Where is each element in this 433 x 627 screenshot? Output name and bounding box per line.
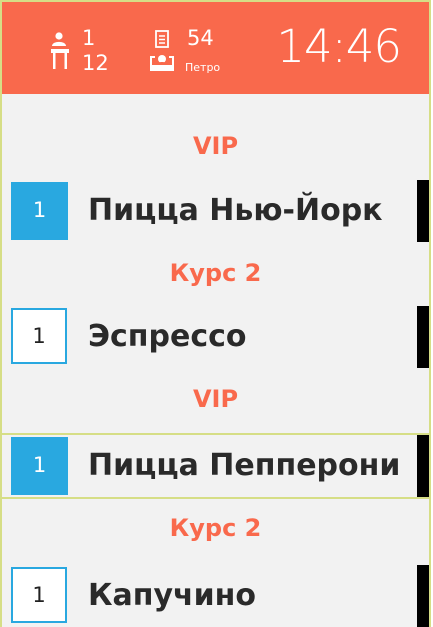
table-number: 12	[82, 51, 109, 75]
order-item-row[interactable]: 1 Эспрессо	[2, 306, 429, 368]
item-quantity[interactable]: 1	[11, 437, 68, 495]
order-item-row[interactable]: 1 Капучино	[2, 565, 429, 627]
guests-count: 1	[82, 26, 96, 50]
order-number: 54	[187, 26, 214, 50]
server-tray-icon	[150, 55, 174, 71]
order-item-row[interactable]: 1 Пицца Пепперони	[2, 433, 429, 499]
item-quantity[interactable]: 1	[11, 308, 67, 364]
table-icon	[51, 49, 69, 69]
item-status-bar	[417, 306, 429, 368]
item-quantity[interactable]: 1	[11, 182, 68, 240]
order-item-row[interactable]: 1 Пицца Нью-Йорк	[2, 180, 429, 242]
waiter-person-icon	[52, 32, 66, 46]
item-status-bar	[417, 180, 429, 242]
order-header: 1 12 54 Петров 14:46	[2, 2, 429, 94]
order-panel: 1 12 54 Петров 14:46 VIP 1 Пицца Нью-Йорк К…	[0, 0, 431, 627]
course-header: Курс 2	[169, 259, 262, 287]
item-status-bar	[417, 435, 429, 497]
item-name: Пицца Нью-Йорк	[88, 193, 383, 228]
receipt-icon	[155, 30, 169, 48]
item-name: Пицца Пепперони	[88, 448, 401, 483]
item-quantity[interactable]: 1	[11, 567, 67, 623]
course-header: Курс 2	[169, 514, 262, 542]
clock: 14:46	[276, 20, 402, 73]
item-name: Эспрессо	[88, 319, 247, 354]
course-header: VIP	[192, 132, 239, 160]
item-status-bar	[417, 565, 429, 627]
waiter-name: Петров	[185, 62, 221, 74]
item-name: Капучино	[88, 578, 257, 613]
course-header: VIP	[192, 385, 239, 413]
